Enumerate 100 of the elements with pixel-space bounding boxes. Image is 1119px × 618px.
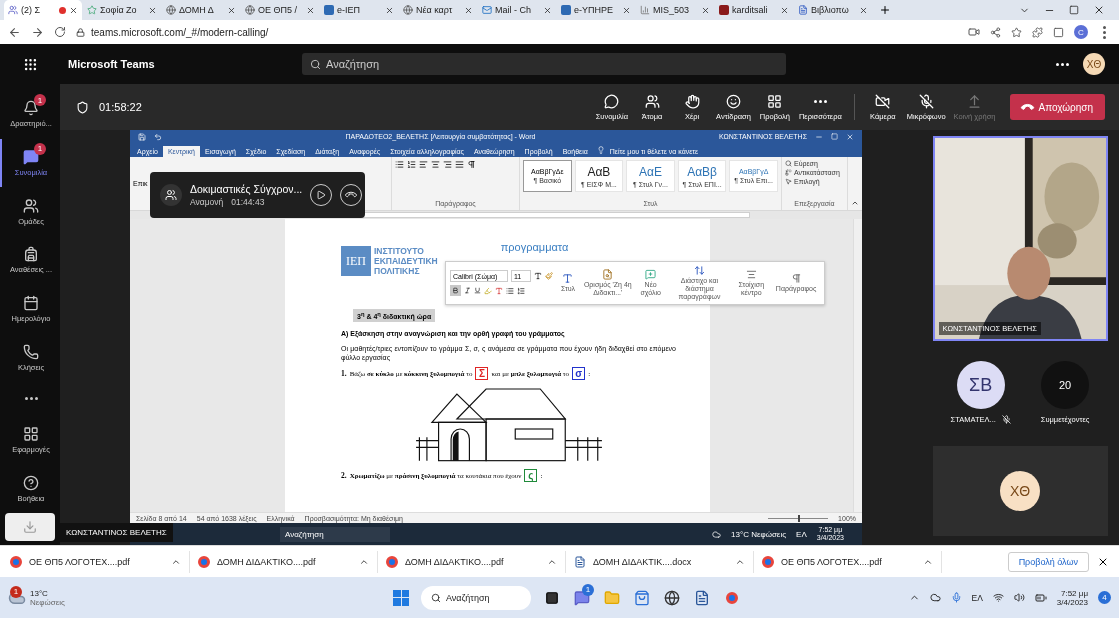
italic-icon[interactable] <box>464 287 471 294</box>
sidebar-icon[interactable] <box>1053 26 1064 38</box>
show-all-button[interactable]: Προβολή όλων <box>1007 551 1089 572</box>
numbering-icon[interactable] <box>517 286 525 295</box>
star-icon[interactable] <box>1011 26 1022 38</box>
back-icon[interactable] <box>8 25 21 39</box>
search-field[interactable]: Αναζήτηση <box>280 526 390 542</box>
participant-avatar[interactable]: ΣΒ <box>956 361 1005 409</box>
line-spacing-icon <box>693 265 705 276</box>
close-icon[interactable] <box>227 5 236 15</box>
browser-tab[interactable]: MIS_503 <box>636 0 714 20</box>
download-item[interactable]: ΔΟΜΗ ΔΙΔΑΚΤΙΚΟ....pdf <box>198 550 378 573</box>
participant-count[interactable]: 20 <box>1041 361 1090 409</box>
maximize-icon[interactable] <box>1069 5 1079 15</box>
reload-icon[interactable] <box>54 26 66 38</box>
more-icon[interactable] <box>1056 62 1069 66</box>
cloud-icon[interactable] <box>929 592 941 603</box>
bullets-icon[interactable] <box>395 160 404 169</box>
grow-font-icon[interactable] <box>534 272 542 280</box>
language-indicator[interactable]: ΕΛ <box>971 592 983 603</box>
bullets-icon[interactable] <box>506 286 514 295</box>
call-timer: 01:58:22 <box>99 101 142 113</box>
star-icon <box>87 5 97 15</box>
logo-text: ΠΟΛΙΤΙΚΗΣ <box>374 266 421 276</box>
download-item[interactable]: ΟΕ ΘΠ5 ΛΟΓΟΤΕΧ....pdf <box>10 550 190 573</box>
extensions-icon[interactable] <box>1032 26 1043 38</box>
scrollbar[interactable] <box>853 219 862 512</box>
wifi-icon[interactable] <box>992 592 1004 603</box>
mail-icon <box>482 5 492 15</box>
forward-icon[interactable] <box>31 25 44 39</box>
close-icon[interactable] <box>859 5 868 15</box>
browser-tab[interactable]: Σοφία Ζο <box>83 0 161 20</box>
numbering-icon[interactable] <box>407 160 416 169</box>
browser-tab[interactable]: e-ΙΕΠ <box>320 0 398 20</box>
url-field[interactable]: teams.microsoft.com/_#/modern-calling/ <box>91 26 269 38</box>
cloud-icon <box>712 529 722 539</box>
task-view-icon[interactable] <box>545 590 559 605</box>
search-icon <box>310 58 321 70</box>
menu-icon[interactable] <box>1103 25 1106 39</box>
more-icon <box>24 397 38 401</box>
share-icon[interactable] <box>990 26 1001 38</box>
browser-tab[interactable]: Νέα καρτ <box>399 0 477 20</box>
browser-tab[interactable]: (2) Σ <box>4 0 82 20</box>
leave-button[interactable]: Αποχώρηση <box>1009 94 1105 120</box>
align-right-icon[interactable] <box>443 160 452 169</box>
search-field[interactable]: Αναζήτηση <box>302 53 786 75</box>
close-icon[interactable] <box>148 5 157 15</box>
browser-tab[interactable]: ΔΟΜΗ Δ <box>162 0 240 20</box>
undo-icon[interactable] <box>154 132 162 141</box>
close-icon[interactable] <box>701 5 710 15</box>
microphone-icon[interactable] <box>950 592 962 603</box>
collapse-icon[interactable] <box>851 199 859 207</box>
camera-off-icon <box>875 93 891 109</box>
save-icon[interactable] <box>138 132 146 141</box>
app-launcher-icon[interactable] <box>22 56 38 72</box>
volume-icon[interactable] <box>1013 592 1025 603</box>
chrome-icon[interactable] <box>726 591 738 604</box>
download-icon <box>23 519 37 534</box>
font-color-icon[interactable] <box>495 286 503 295</box>
start-icon[interactable] <box>393 589 409 606</box>
close-icon[interactable] <box>622 5 631 15</box>
search-icon <box>431 592 441 603</box>
justify-icon[interactable] <box>455 160 464 169</box>
weather-widget[interactable]: 1 13°C Νεφώσεις <box>8 588 65 607</box>
download-item[interactable]: ΟΕ ΘΠ5 ΛΟΓΟΤΕΧ....pdf <box>762 550 942 573</box>
camera-icon[interactable] <box>968 26 980 38</box>
download-item[interactable]: ΔΟΜΗ ΔΙΔΑΚΤΙΚ....docx <box>574 550 754 573</box>
store-icon[interactable] <box>634 589 650 606</box>
close-icon[interactable] <box>780 5 789 15</box>
align-left-icon[interactable] <box>419 160 428 169</box>
close-icon[interactable] <box>464 5 473 15</box>
close-icon[interactable] <box>306 5 315 15</box>
bold-button[interactable] <box>450 285 461 296</box>
browser-tab[interactable]: Βιβλιοπω <box>794 0 872 20</box>
close-icon[interactable] <box>385 5 394 15</box>
close-icon[interactable] <box>543 5 552 15</box>
letter-box: Σ <box>475 367 489 381</box>
browser-tab[interactable]: e-ΥΠΗΡΕ <box>557 0 635 20</box>
browser-tab[interactable]: karditsali <box>715 0 793 20</box>
close-icon[interactable] <box>1093 4 1105 16</box>
search-field[interactable]: Αναζήτηση <box>421 585 531 610</box>
notification-count[interactable]: 4 <box>1098 591 1111 604</box>
self-avatar: ΧΘ <box>1000 471 1040 511</box>
clock-time: 7:52 μμ <box>1061 588 1088 598</box>
download-button[interactable] <box>5 512 55 541</box>
browser-tab[interactable]: ΟΕ ΘΠ5 / <box>241 0 319 20</box>
battery-icon[interactable] <box>1034 591 1047 604</box>
site-icon <box>561 5 571 15</box>
download-item[interactable]: ΔΟΜΗ ΔΙΔΑΚΤΙΚΟ....pdf <box>386 550 566 573</box>
close-icon[interactable] <box>69 5 78 15</box>
user-avatar[interactable]: ΧΘ <box>1083 53 1105 75</box>
globe-icon <box>166 5 176 15</box>
new-tab-icon[interactable] <box>879 4 891 16</box>
profile-avatar[interactable]: C <box>1074 25 1088 39</box>
browser-tab[interactable]: Mail - Ch <box>478 0 556 20</box>
align-center-icon[interactable] <box>431 160 440 169</box>
underline-icon[interactable] <box>474 287 481 294</box>
chat-icon <box>604 93 620 109</box>
pilcrow-icon[interactable] <box>467 160 476 169</box>
word-icon[interactable] <box>694 589 710 606</box>
